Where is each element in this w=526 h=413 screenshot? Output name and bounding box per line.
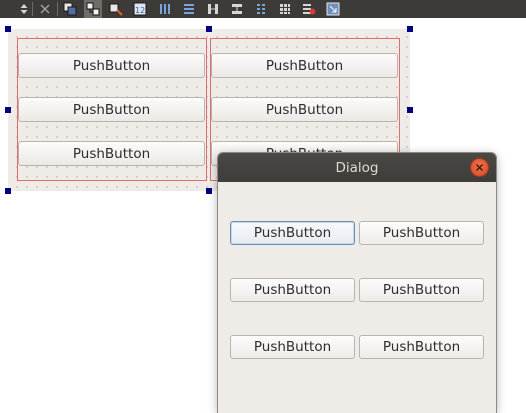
dialog-pushbutton[interactable]: PushButton	[359, 278, 484, 302]
close-button[interactable]	[471, 159, 488, 176]
layout-vertical-icon[interactable]	[180, 0, 198, 18]
designer-pushbutton[interactable]: PushButton	[18, 141, 205, 166]
resize-handle-top-left[interactable]	[5, 26, 11, 32]
dialog-pushbutton[interactable]: PushButton	[359, 335, 484, 359]
designer-pushbutton[interactable]: PushButton	[211, 53, 398, 78]
layout-horizontal-splitter-icon[interactable]	[204, 0, 222, 18]
dialog-titlebar[interactable]: Dialog	[218, 153, 496, 182]
adjust-size-icon[interactable]	[324, 0, 342, 18]
layout-form-icon[interactable]	[252, 0, 270, 18]
layout-horizontal-icon[interactable]	[156, 0, 174, 18]
dialog-title: Dialog	[335, 159, 379, 176]
resize-handle-right[interactable]	[407, 107, 413, 113]
resize-handle-bottom-left[interactable]	[5, 188, 11, 194]
dialog-pushbutton[interactable]: PushButton	[230, 221, 355, 245]
edit-tab-order-icon[interactable]: 12	[131, 0, 149, 18]
edit-signals-slots-icon[interactable]	[84, 0, 102, 18]
edit-widgets-icon[interactable]	[61, 0, 79, 18]
resize-handle-top[interactable]	[206, 26, 212, 32]
designer-toolbar: 12	[0, 0, 526, 18]
toolbar-separator	[32, 2, 33, 16]
svg-text:12: 12	[135, 6, 145, 15]
close-icon[interactable]	[36, 0, 54, 18]
resize-handle-bottom[interactable]	[206, 188, 212, 194]
up-down-arrows-icon[interactable]	[15, 0, 33, 18]
dialog-pushbutton[interactable]: PushButton	[230, 278, 355, 302]
designer-pushbutton[interactable]: PushButton	[18, 97, 205, 122]
edit-buddies-icon[interactable]	[107, 0, 125, 18]
resize-handle-top-right[interactable]	[407, 26, 413, 32]
break-layout-icon[interactable]	[300, 0, 318, 18]
resize-handle-left[interactable]	[5, 107, 11, 113]
designer-pushbutton[interactable]: PushButton	[211, 97, 398, 122]
layout-vertical-splitter-icon[interactable]	[228, 0, 246, 18]
dialog-window: Dialog PushButton PushButton PushButton …	[218, 153, 496, 413]
layout-grid-icon[interactable]	[276, 0, 294, 18]
dialog-pushbutton[interactable]: PushButton	[359, 221, 484, 245]
dialog-pushbutton[interactable]: PushButton	[230, 335, 355, 359]
toolbar-separator	[57, 2, 58, 16]
designer-pushbutton[interactable]: PushButton	[18, 53, 205, 78]
close-icon	[476, 164, 483, 171]
